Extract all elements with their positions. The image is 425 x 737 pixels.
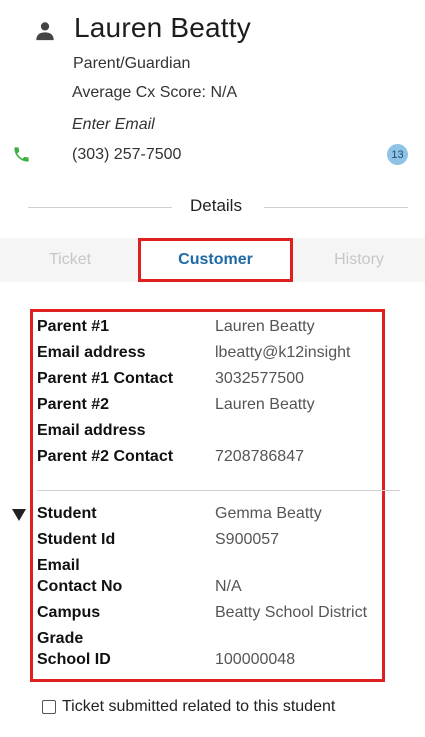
checkbox-label: Ticket submitted related to this student: [62, 698, 336, 715]
tab-ticket[interactable]: Ticket: [0, 238, 140, 282]
notification-badge[interactable]: 13: [387, 144, 408, 165]
tab-customer[interactable]: Customer: [138, 238, 293, 282]
parent2-value: Lauren Beatty: [215, 396, 315, 413]
school-id-value: 100000048: [215, 651, 296, 668]
customer-role: Parent/Guardian: [73, 55, 191, 72]
parent2-contact-label: Parent #2 Contact: [37, 448, 174, 465]
student-email-label: Email: [37, 557, 80, 574]
details-label: Details: [190, 196, 242, 215]
parent1-contact-label: Parent #1 Contact: [37, 370, 174, 387]
details-section-header: Details: [28, 196, 408, 218]
parent1-email-label: Email address: [37, 344, 146, 361]
tab-history[interactable]: History: [293, 238, 425, 282]
details-tabs: Ticket Customer History: [0, 238, 425, 282]
ticket-related-checkbox-row[interactable]: Ticket submitted related to this student: [42, 698, 335, 716]
student-label: Student: [37, 505, 97, 522]
campus-value: Beatty School District: [215, 604, 368, 621]
parent1-label: Parent #1: [37, 318, 110, 335]
phone-number[interactable]: (303) 257-7500: [72, 146, 181, 164]
cx-score: Average Cx Score: N/A: [72, 84, 238, 101]
phone-icon[interactable]: [12, 145, 31, 164]
parent2-label: Parent #2: [37, 396, 110, 413]
grade-label: Grade: [37, 630, 84, 647]
triangle-down-icon[interactable]: [12, 509, 26, 521]
student-contact-label: Contact No: [37, 578, 123, 595]
parent1-contact-value: 3032577500: [215, 370, 304, 387]
school-id-label: School ID: [37, 651, 111, 668]
customer-name: Lauren Beatty: [74, 12, 251, 43]
divider: [28, 207, 172, 208]
student-id-label: Student Id: [37, 531, 116, 548]
customer-info-highlight: [30, 309, 385, 682]
campus-label: Campus: [37, 604, 101, 621]
divider: [264, 207, 408, 208]
parent2-contact-value: 7208786847: [215, 448, 304, 465]
parent1-value: Lauren Beatty: [215, 318, 315, 335]
parent1-email-value: lbeatty@k12insight: [215, 344, 351, 361]
ticket-related-checkbox[interactable]: [42, 700, 56, 714]
student-id-value: S900057: [215, 531, 280, 548]
student-contact-value: N/A: [215, 578, 242, 595]
student-value: Gemma Beatty: [215, 505, 322, 522]
person-icon: [36, 22, 54, 41]
email-field[interactable]: Enter Email: [72, 116, 155, 134]
section-divider: [37, 490, 400, 491]
parent2-email-label: Email address: [37, 422, 146, 439]
